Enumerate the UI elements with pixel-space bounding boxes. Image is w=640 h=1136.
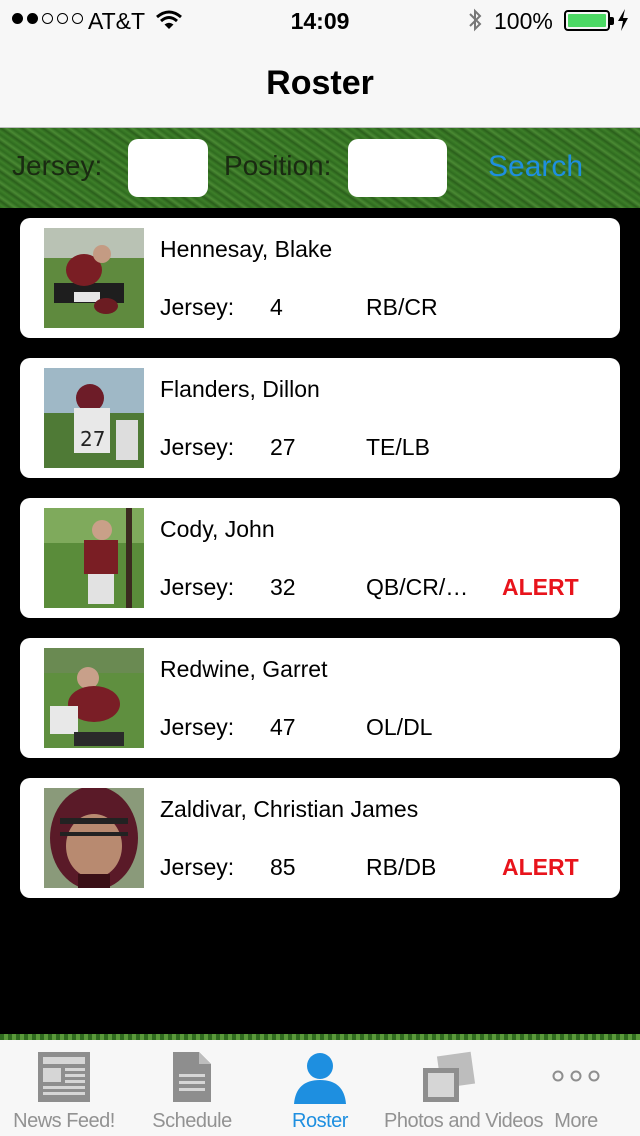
- player-name: Redwine, Garret: [160, 656, 328, 682]
- navigation-bar: AT&T 14:09 100% Roster: [0, 0, 640, 128]
- tab-label: More: [554, 1110, 598, 1132]
- person-icon: [294, 1053, 346, 1104]
- newspaper-icon: [38, 1052, 90, 1102]
- player-position: TE/LB: [366, 434, 430, 460]
- jersey-number: 27: [270, 434, 296, 460]
- jersey-number: 32: [270, 574, 296, 600]
- player-position: QB/CR/…: [366, 574, 469, 600]
- player-photo: [44, 228, 144, 328]
- jersey-number: 47: [270, 714, 296, 740]
- tab-schedule[interactable]: Schedule: [128, 1040, 256, 1136]
- charging-bolt-icon: [618, 9, 628, 31]
- svg-text:27: 27: [80, 427, 105, 451]
- page-title: Roster: [266, 64, 374, 102]
- tab-more[interactable]: More: [512, 1040, 640, 1136]
- jersey-label: Jersey:: [160, 434, 235, 460]
- player-row[interactable]: Zaldivar, Christian James Jersey: 85 RB/…: [20, 778, 620, 898]
- player-row[interactable]: 27 Flanders, Dillon Jersey: 27 TE/LB: [20, 358, 620, 478]
- tab-label: Photos and Videos: [384, 1110, 544, 1132]
- player-row[interactable]: Hennesay, Blake Jersey: 4 RB/CR: [20, 218, 620, 338]
- tab-photos-and-videos[interactable]: Photos and Videos: [384, 1040, 544, 1136]
- battery-icon: [564, 10, 614, 31]
- player-position: RB/CR: [366, 294, 438, 320]
- alert-badge: ALERT: [502, 574, 579, 600]
- jersey-label: Jersey:: [160, 854, 235, 880]
- tab-bar: News Feed! Schedule Roster Photos and Vi…: [0, 1040, 640, 1136]
- player-photo: [44, 508, 144, 608]
- player-name: Cody, John: [160, 516, 275, 542]
- more-icon: [552, 1070, 600, 1082]
- jersey-filter-input[interactable]: [128, 139, 208, 197]
- alert-badge: ALERT: [502, 854, 579, 880]
- search-button[interactable]: Search: [488, 150, 583, 184]
- player-name: Flanders, Dillon: [160, 376, 320, 402]
- jersey-label: Jersey:: [160, 574, 235, 600]
- jersey-filter-label: Jersey:: [12, 150, 103, 181]
- jersey-label: Jersey:: [160, 294, 235, 320]
- player-photo: 27: [44, 368, 144, 468]
- player-name: Zaldivar, Christian James: [160, 796, 419, 822]
- player-position: OL/DL: [366, 714, 433, 740]
- player-row[interactable]: Redwine, Garret Jersey: 47 OL/DL: [20, 638, 620, 758]
- document-icon: [173, 1052, 211, 1102]
- jersey-label: Jersey:: [160, 714, 235, 740]
- tab-label: Roster: [292, 1110, 348, 1132]
- player-row[interactable]: Cody, John Jersey: 32 QB/CR/… ALERT: [20, 498, 620, 618]
- bluetooth-icon: [469, 8, 482, 32]
- tab-news-feed[interactable]: News Feed!: [0, 1040, 128, 1136]
- battery-percentage: 100%: [494, 8, 553, 34]
- position-filter-label: Position:: [224, 150, 332, 181]
- tab-label: Schedule: [152, 1110, 232, 1132]
- player-photo: [44, 788, 144, 888]
- filter-bar: Jersey: Position: Search: [0, 128, 640, 208]
- tab-label: News Feed!: [13, 1110, 115, 1132]
- player-name: Hennesay, Blake: [160, 236, 333, 262]
- jersey-number: 4: [270, 294, 283, 320]
- jersey-number: 85: [270, 854, 296, 880]
- player-position: RB/DB: [366, 854, 437, 880]
- photos-icon: [423, 1051, 476, 1102]
- position-filter-input[interactable]: [348, 139, 447, 197]
- roster-list[interactable]: Hennesay, Blake Jersey: 4 RB/CR 27 Fland…: [0, 208, 640, 1038]
- tab-roster[interactable]: Roster: [256, 1040, 384, 1136]
- status-bar: AT&T 14:09 100%: [0, 0, 640, 40]
- player-photo: [44, 648, 144, 748]
